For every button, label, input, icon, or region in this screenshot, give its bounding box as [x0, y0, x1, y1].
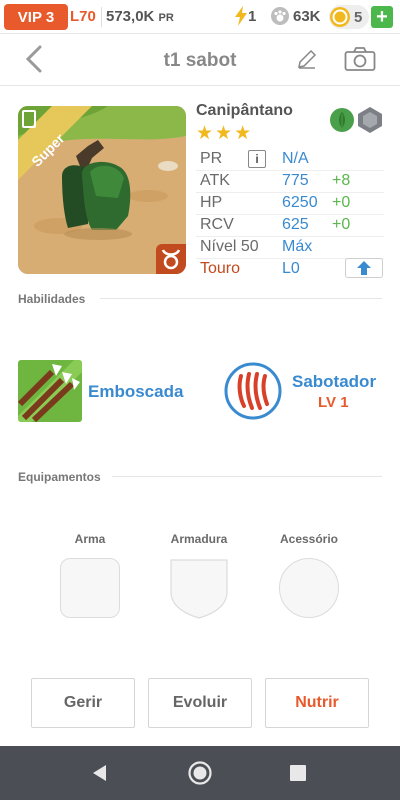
stat-label-atk: ATK: [200, 172, 230, 189]
passive-skill-name[interactable]: Sabotador: [292, 372, 376, 392]
taurus-icon: [156, 244, 186, 274]
claw-passive-icon[interactable]: [224, 362, 282, 420]
stat-label-level: Nível 50: [200, 238, 259, 255]
armor-slot-label: Armadura: [170, 532, 228, 546]
stat-bonus-atk: +8: [332, 172, 351, 189]
coin-value: 5: [354, 8, 363, 26]
monster-name: Canipântano: [196, 102, 293, 119]
coin-icon: [330, 7, 350, 27]
feed-button[interactable]: Nutrir: [265, 678, 369, 728]
top-status-bar: VIP 3 L70 573,0K PR 1 63K 5 +: [0, 0, 400, 34]
lightning-icon: [235, 6, 247, 26]
add-currency-button[interactable]: +: [371, 6, 393, 28]
stat-label-pr: PR: [200, 150, 223, 167]
active-skill-name[interactable]: Emboscada: [88, 382, 183, 402]
recents-square-icon[interactable]: [289, 764, 307, 782]
star-rating: ★★★: [196, 123, 254, 144]
weapon-slot-label: Arma: [74, 532, 106, 546]
stat-bonus-hp: +0: [332, 194, 351, 211]
monster-detail-card: Super Canipântano ★★★ PR i N/A ATK 775 +…: [0, 86, 400, 746]
power-unit: PR: [158, 12, 174, 24]
accessory-slot-label: Acessório: [279, 532, 339, 546]
stat-value-rcv: 625: [282, 216, 309, 233]
paw-value: 63K: [293, 7, 321, 25]
paw-counter[interactable]: 63K: [270, 6, 321, 26]
divider: [101, 7, 102, 27]
divider: [196, 192, 384, 193]
home-circle-icon[interactable]: [187, 760, 213, 786]
vip-badge[interactable]: VIP 3: [4, 4, 68, 30]
stat-value-pr: N/A: [282, 150, 309, 167]
stat-label-zodiac: Touro: [200, 260, 241, 277]
passive-skill-level: LV 1: [318, 394, 349, 411]
player-power: 573,0K PR: [106, 8, 174, 25]
equipment-section-title: Equipamentos: [18, 470, 101, 484]
divider: [112, 476, 382, 477]
title-bar: t1 sabot: [0, 34, 400, 86]
manage-button[interactable]: Gerir: [31, 678, 135, 728]
page-title: t1 sabot: [163, 50, 237, 71]
energy-value: 1: [248, 7, 257, 25]
accessory-slot[interactable]: [279, 558, 339, 618]
energy-counter[interactable]: 1: [234, 6, 256, 26]
system-nav-bar: [0, 746, 400, 800]
divider: [196, 214, 384, 215]
rock-element-icon: [358, 107, 382, 133]
divider: [196, 236, 384, 237]
power-value: 573,0K: [106, 8, 155, 25]
document-icon: [22, 110, 36, 128]
divider: [196, 170, 384, 171]
pencil-icon[interactable]: [296, 48, 318, 70]
arrow-up-icon: [357, 261, 371, 275]
stat-label-rcv: RCV: [200, 216, 234, 233]
divider: [100, 298, 382, 299]
back-triangle-icon[interactable]: [90, 763, 110, 783]
upgrade-button[interactable]: [345, 258, 383, 278]
active-skill-icon[interactable]: [18, 360, 82, 422]
armor-slot[interactable]: [169, 558, 229, 620]
stat-value-hp: 6250: [282, 194, 318, 211]
abilities-section-title: Habilidades: [18, 292, 86, 306]
coin-counter[interactable]: 5: [329, 5, 369, 29]
stat-value-zodiac: L0: [282, 260, 300, 277]
camera-icon[interactable]: [344, 46, 376, 72]
weapon-slot[interactable]: [60, 558, 120, 618]
leaf-element-icon: [330, 108, 354, 132]
stat-value-level: Máx: [282, 238, 313, 255]
paw-icon: [271, 7, 289, 25]
stat-bonus-rcv: +0: [332, 216, 351, 233]
stat-label-hp: HP: [200, 194, 223, 211]
player-level: L70: [70, 8, 96, 25]
info-icon[interactable]: i: [248, 150, 266, 168]
monster-portrait[interactable]: Super: [18, 106, 186, 274]
evolve-button[interactable]: Evoluir: [148, 678, 252, 728]
stat-value-atk: 775: [282, 172, 309, 189]
